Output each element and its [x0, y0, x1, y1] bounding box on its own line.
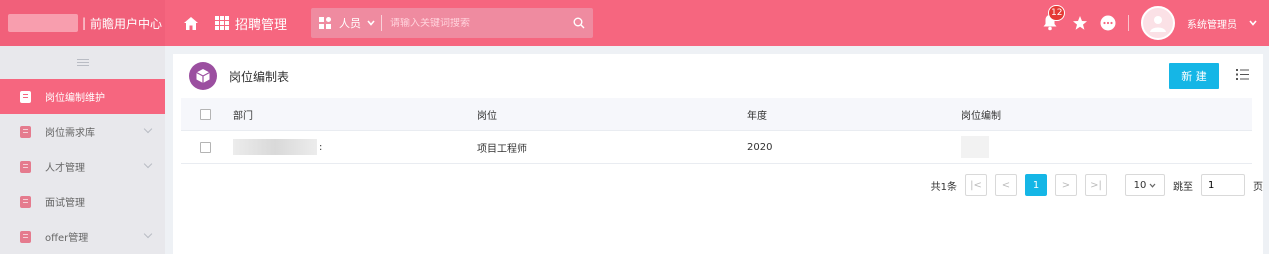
dept-suffix: :	[319, 142, 323, 153]
document-icon	[20, 125, 31, 138]
avatar[interactable]	[1141, 6, 1175, 40]
apps-menu[interactable]: 招聘管理	[215, 14, 287, 33]
chevron-down-icon	[143, 229, 153, 239]
document-icon	[20, 195, 31, 208]
chevron-down-icon[interactable]	[1249, 20, 1257, 26]
document-icon	[20, 160, 31, 173]
more-icon[interactable]	[1100, 15, 1116, 31]
search-category-icon	[319, 17, 332, 29]
brand-name: 前瞻用户中心	[90, 16, 163, 31]
notification-badge: 12	[1048, 5, 1066, 21]
column-header-post[interactable]: 岗位	[477, 107, 747, 122]
jump-label: 跳至	[1173, 181, 1193, 193]
star-icon[interactable]	[1072, 15, 1088, 31]
sidebar-item-label: 岗位需求库	[45, 128, 95, 139]
table-row[interactable]: : 项目工程师 2020	[181, 131, 1252, 164]
cell-dept: :	[229, 139, 477, 155]
search-type-dropdown[interactable]: 人员	[339, 15, 383, 31]
page-button-current[interactable]: 1	[1025, 174, 1047, 196]
sidebar-item-label: 人才管理	[45, 163, 85, 174]
row-checkbox[interactable]	[199, 141, 211, 153]
search-icon[interactable]	[573, 17, 585, 29]
user-name[interactable]: 系统管理员	[1187, 16, 1237, 31]
document-icon	[20, 230, 31, 243]
column-header-quota[interactable]: 岗位编制	[961, 107, 1252, 122]
brand-logo-redacted	[8, 14, 78, 32]
global-search: 人员	[311, 8, 594, 38]
total-count: 共1条	[930, 181, 957, 193]
sidebar-item-position-quota[interactable]: 岗位编制维护	[0, 79, 165, 114]
page-size-value: 10	[1133, 179, 1147, 191]
sidebar-item-talent[interactable]: 人才管理	[0, 149, 165, 184]
grid-icon	[215, 16, 229, 30]
next-page-button[interactable]: >	[1055, 174, 1077, 196]
sidebar-item-interview[interactable]: 面试管理	[0, 184, 165, 219]
chevron-down-icon	[143, 159, 153, 169]
brand-separator: |	[82, 16, 87, 30]
sidebar-item-label: offer管理	[45, 233, 89, 244]
main-panel: 岗位编制表 新 建 部门 岗位 年度 岗位编制 : 项目工程师 2020 共1条…	[173, 54, 1263, 254]
cell-post: 项目工程师	[477, 143, 527, 155]
brand[interactable]: | 前瞻用户中心	[0, 0, 165, 46]
home-icon[interactable]	[183, 15, 199, 31]
position-quota-table: 部门 岗位 年度 岗位编制 : 项目工程师 2020	[181, 98, 1252, 164]
cube-icon	[189, 62, 217, 90]
last-page-button[interactable]: >|	[1085, 174, 1107, 196]
chevron-down-icon	[143, 124, 153, 134]
page-unit-label: 页	[1253, 181, 1263, 193]
quota-value-redacted	[961, 136, 989, 158]
page-header: 岗位编制表 新 建	[173, 54, 1263, 98]
column-header-year[interactable]: 年度	[747, 107, 961, 122]
list-view-icon[interactable]	[1236, 69, 1249, 80]
sidebar-item-offer[interactable]: offer管理	[0, 219, 165, 254]
chevron-down-icon	[367, 20, 375, 26]
sidebar-item-label: 岗位编制维护	[45, 93, 105, 104]
menu-collapse-icon	[76, 59, 89, 60]
cell-quota	[961, 136, 1252, 158]
sidebar-collapse-toggle[interactable]	[0, 46, 165, 79]
search-input[interactable]	[390, 17, 566, 29]
notifications[interactable]: 12	[1042, 5, 1066, 32]
sidebar-item-position-demand[interactable]: 岗位需求库	[0, 114, 165, 149]
jump-page-input[interactable]	[1201, 174, 1245, 196]
chevron-down-icon	[1149, 183, 1156, 188]
column-header-dept[interactable]: 部门	[229, 107, 477, 122]
page-title: 岗位编制表	[229, 69, 290, 84]
new-button[interactable]: 新 建	[1169, 63, 1219, 89]
dept-name-redacted	[233, 139, 317, 155]
sidebar: 岗位编制维护 岗位需求库 人才管理 面试管理 offer管理	[0, 46, 165, 254]
first-page-button[interactable]: |<	[965, 174, 987, 196]
apps-label: 招聘管理	[235, 17, 288, 33]
user-icon	[1150, 16, 1166, 32]
divider	[1128, 15, 1129, 31]
top-right-actions: 12 系统管理员	[1042, 0, 1257, 46]
cell-year: 2020	[747, 141, 773, 153]
sidebar-item-label: 面试管理	[45, 198, 85, 209]
top-navigation-bar: | 前瞻用户中心 招聘管理 人员 12 系统管理员	[0, 0, 1269, 46]
table-header: 部门 岗位 年度 岗位编制	[181, 98, 1252, 131]
prev-page-button[interactable]: <	[995, 174, 1017, 196]
page-size-select[interactable]: 10	[1125, 174, 1165, 196]
pagination: 共1条 |< < 1 > >| 10 跳至 页	[931, 173, 1263, 197]
search-type-label: 人员	[339, 17, 362, 30]
document-icon	[20, 90, 31, 103]
select-all-checkbox[interactable]	[199, 108, 211, 120]
